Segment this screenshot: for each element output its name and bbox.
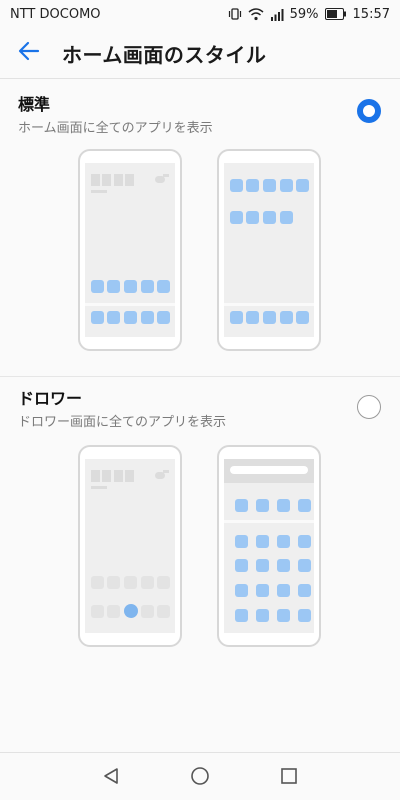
navigation-bar — [0, 752, 400, 800]
app-bar: ホーム画面のスタイル — [0, 28, 400, 78]
preview-standard-home — [78, 149, 182, 351]
battery-percent: 59% — [289, 6, 319, 22]
recents-square-icon — [279, 766, 299, 790]
option-drawer[interactable]: ドロワー ドロワー画面に全てのアプリを表示 — [0, 377, 400, 677]
preview-screen — [224, 459, 314, 633]
carrier-label: NTT DOCOMO — [10, 6, 101, 22]
option-drawer-description: ドロワー画面に全てのアプリを表示 — [18, 415, 227, 430]
preview-standard-apps — [217, 149, 321, 351]
weather-icon — [155, 176, 165, 183]
weather-icon — [155, 472, 165, 479]
radio-drawer-unselected[interactable] — [357, 395, 381, 419]
preview-screen — [85, 459, 175, 633]
back-button[interactable] — [0, 28, 58, 78]
status-bar: NTT DOCOMO 59% 15:57 — [0, 0, 400, 28]
back-triangle-icon — [101, 766, 121, 790]
battery-icon — [324, 8, 347, 20]
option-standard-title: 標準 — [18, 95, 51, 114]
radio-standard-selected[interactable] — [357, 99, 381, 123]
wifi-icon — [248, 7, 264, 21]
page-title: ホーム画面のスタイル — [62, 42, 267, 67]
status-icons: 59% 15:57 — [228, 7, 390, 22]
preview-drawer-home — [78, 445, 182, 647]
nav-home-button[interactable] — [189, 767, 211, 789]
preview-screen — [85, 163, 175, 337]
preview-drawer-apps — [217, 445, 321, 647]
option-drawer-title: ドロワー — [18, 389, 83, 408]
vibrate-icon — [228, 7, 242, 21]
signal-icon — [270, 8, 284, 21]
app-drawer-button-icon — [124, 604, 138, 618]
arrow-left-icon — [17, 39, 41, 67]
clock: 15:57 — [352, 6, 390, 22]
option-standard-description: ホーム画面に全てのアプリを表示 — [18, 121, 213, 136]
search-bar-preview — [230, 466, 308, 474]
option-standard[interactable]: 標準 ホーム画面に全てのアプリを表示 — [0, 79, 400, 376]
preview-screen — [224, 163, 314, 337]
home-circle-icon — [190, 766, 210, 790]
nav-recents-button[interactable] — [278, 767, 300, 789]
nav-back-button[interactable] — [100, 767, 122, 789]
